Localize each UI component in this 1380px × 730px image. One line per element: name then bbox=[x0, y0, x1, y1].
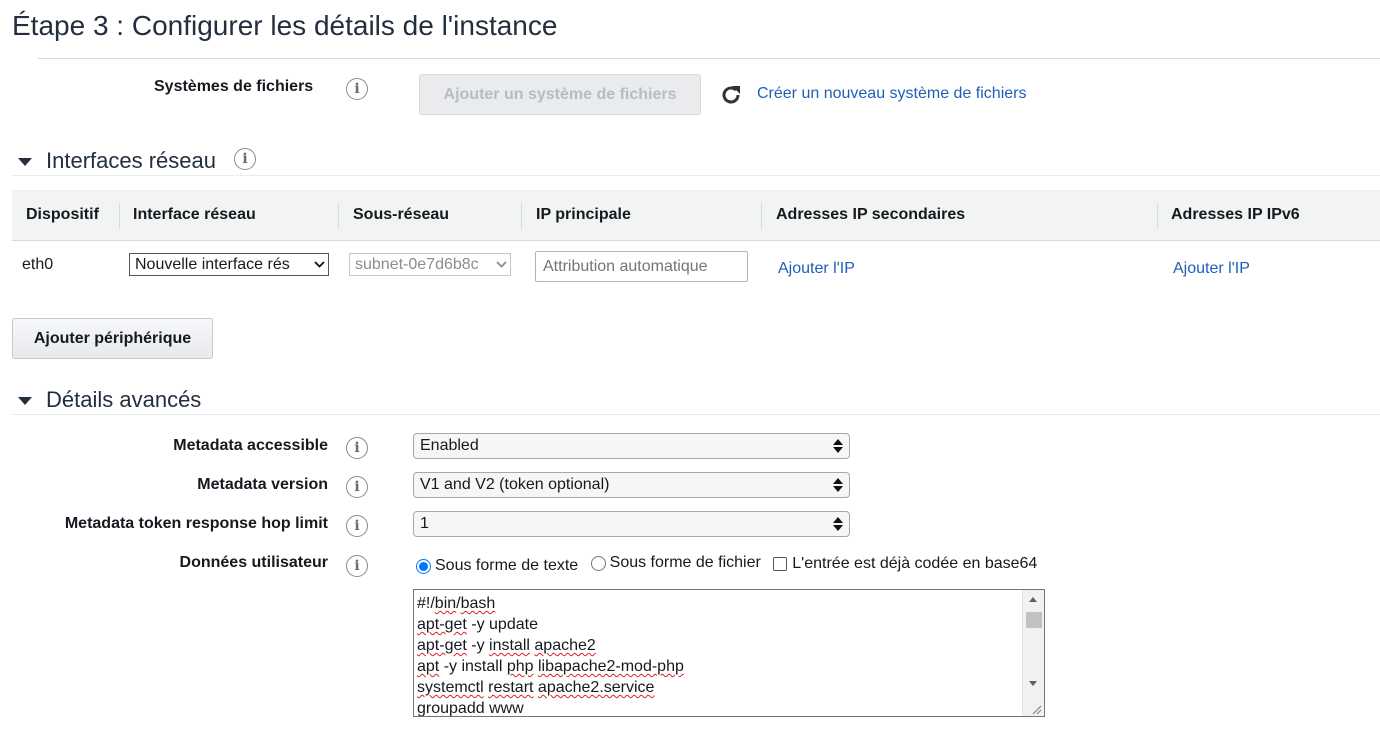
metadata-version-value: V1 and V2 (token optional) bbox=[420, 476, 610, 493]
resize-grip-icon[interactable] bbox=[1030, 702, 1042, 715]
scrollbar-thumb[interactable] bbox=[1026, 612, 1042, 628]
user-data-textarea[interactable]: #!/bin/bash apt-get -y update apt-get -y… bbox=[413, 589, 1045, 717]
col-interface: Interface réseau bbox=[133, 206, 256, 223]
add-device-button[interactable]: Ajouter périphérique bbox=[12, 318, 213, 359]
create-filesystem-link[interactable]: Créer un nouveau système de fichiers bbox=[757, 85, 1026, 103]
col-separator bbox=[1157, 203, 1158, 229]
updown-arrows-icon bbox=[831, 517, 845, 531]
col-separator bbox=[338, 203, 339, 229]
network-interface-select[interactable]: Nouvelle interface rés bbox=[129, 253, 329, 276]
network-section-title: Interfaces réseau bbox=[46, 148, 216, 173]
info-icon[interactable]: i bbox=[346, 78, 368, 100]
chevron-down-icon bbox=[310, 261, 328, 268]
textarea-scrollbar[interactable] bbox=[1022, 590, 1044, 716]
filesystems-label: Systèmes de fichiers bbox=[154, 78, 314, 95]
base64-checkbox-label: L'entrée est déjà codée en base64 bbox=[792, 554, 1038, 572]
network-interface-value: Nouvelle interface rés bbox=[135, 255, 290, 273]
user-data-file-label: Sous forme de fichier bbox=[609, 554, 761, 571]
radio-checked[interactable] bbox=[416, 558, 431, 574]
advanced-divider bbox=[12, 414, 1380, 415]
subnet-value: subnet-0e7d6b8c bbox=[355, 255, 479, 273]
subnet-select[interactable]: subnet-0e7d6b8c bbox=[349, 253, 511, 276]
chevron-down-icon bbox=[492, 261, 510, 268]
info-icon[interactable]: i bbox=[346, 476, 368, 498]
scroll-up-arrow-icon[interactable] bbox=[1029, 597, 1037, 602]
page-title: Étape 3 : Configurer les détails de l'in… bbox=[12, 10, 558, 41]
metadata-version-select[interactable]: V1 and V2 (token optional) bbox=[413, 472, 850, 498]
device-cell: eth0 bbox=[22, 256, 54, 273]
user-data-file-radio[interactable]: Sous forme de fichier bbox=[590, 554, 761, 572]
checkbox-unchecked[interactable] bbox=[773, 556, 788, 571]
updown-arrows-icon bbox=[831, 478, 845, 492]
user-data-options: Sous forme de texte Sous forme de fichie… bbox=[416, 554, 1045, 576]
col-primary-ip: IP principale bbox=[536, 206, 631, 223]
metadata-version-label: Metadata version bbox=[197, 476, 328, 493]
advanced-section-header[interactable]: Détails avancés bbox=[18, 387, 201, 413]
primary-ip-input[interactable]: Attribution automatique bbox=[535, 251, 748, 282]
network-divider bbox=[12, 175, 1380, 176]
caret-down-icon bbox=[18, 158, 32, 166]
user-data-code: #!/bin/bash apt-get -y update apt-get -y… bbox=[417, 595, 684, 717]
user-data-text-radio[interactable]: Sous forme de texte bbox=[416, 557, 578, 575]
col-separator bbox=[761, 203, 762, 229]
title-divider bbox=[38, 58, 1380, 59]
col-secondary-ips: Adresses IP secondaires bbox=[776, 206, 966, 223]
col-subnet: Sous-réseau bbox=[353, 206, 450, 223]
hop-limit-label: Metadata token response hop limit bbox=[64, 515, 328, 532]
info-icon[interactable]: i bbox=[346, 437, 368, 459]
col-device: Dispositif bbox=[26, 206, 99, 223]
hop-limit-value: 1 bbox=[420, 515, 429, 532]
info-icon[interactable]: i bbox=[346, 515, 368, 537]
updown-arrows-icon bbox=[831, 439, 845, 453]
add-filesystem-button[interactable]: Ajouter un système de fichiers bbox=[419, 74, 701, 115]
advanced-section-title: Détails avancés bbox=[46, 387, 202, 412]
scroll-down-arrow-icon[interactable] bbox=[1029, 681, 1037, 686]
caret-down-icon bbox=[18, 397, 32, 405]
info-icon[interactable]: i bbox=[234, 148, 256, 170]
add-ipv6-link[interactable]: Ajouter l'IP bbox=[1173, 260, 1250, 278]
user-data-label: Données utilisateur bbox=[179, 554, 328, 571]
primary-ip-placeholder: Attribution automatique bbox=[543, 257, 708, 275]
col-separator bbox=[119, 203, 120, 229]
network-section-header[interactable]: Interfaces réseau bbox=[18, 148, 216, 174]
col-separator bbox=[521, 203, 522, 229]
base64-checkbox[interactable]: L'entrée est déjà codée en base64 bbox=[773, 555, 1037, 573]
user-data-text-label: Sous forme de texte bbox=[435, 557, 579, 574]
metadata-accessible-label: Metadata accessible bbox=[173, 437, 328, 454]
hop-limit-select[interactable]: 1 bbox=[413, 511, 850, 537]
col-ipv6: Adresses IP IPv6 bbox=[1171, 206, 1300, 223]
metadata-accessible-value: Enabled bbox=[420, 437, 479, 454]
add-secondary-ip-link[interactable]: Ajouter l'IP bbox=[778, 260, 855, 278]
refresh-icon[interactable] bbox=[718, 82, 744, 108]
info-icon[interactable]: i bbox=[346, 555, 368, 577]
radio-unchecked[interactable] bbox=[590, 555, 606, 571]
metadata-accessible-select[interactable]: Enabled bbox=[413, 433, 850, 459]
